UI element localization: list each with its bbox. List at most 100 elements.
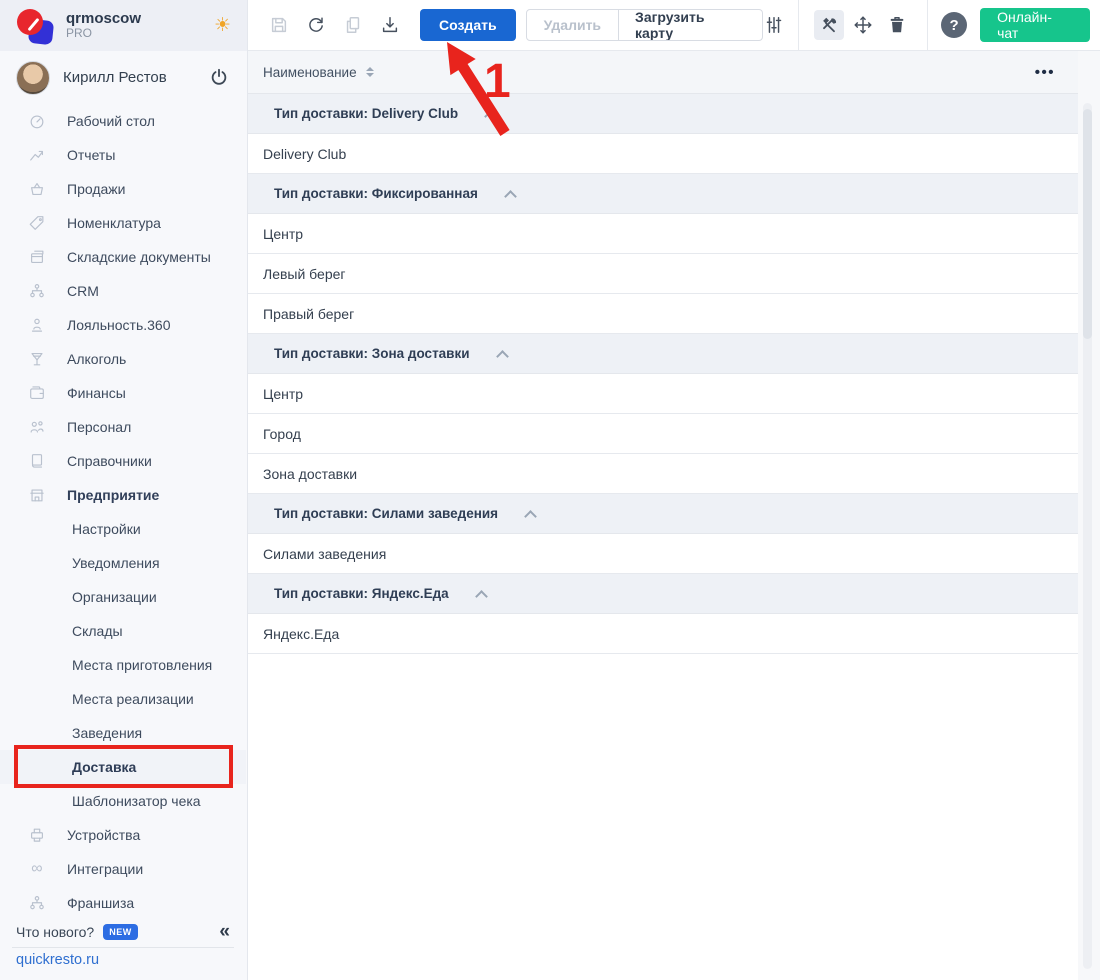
- whats-new-label[interactable]: Что нового?: [16, 924, 94, 940]
- sidebar-item-cooking-places[interactable]: Места приготовления: [0, 648, 246, 682]
- sidebar-item-label: Отчеты: [67, 147, 115, 163]
- group-title: Тип доставки: Силами заведения: [274, 506, 498, 521]
- sidebar-item-loyalty360[interactable]: Лояльность.360: [0, 308, 246, 342]
- create-button[interactable]: Создать: [420, 9, 516, 41]
- table-row[interactable]: Delivery Club: [248, 134, 1078, 174]
- delivery-type-group-header[interactable]: Тип доставки: Зона доставки: [248, 334, 1078, 374]
- sidebar-item-finance[interactable]: Финансы: [0, 376, 246, 410]
- sidebar-item-devices[interactable]: Устройства: [0, 818, 246, 852]
- delete-button[interactable]: Удалить: [527, 10, 619, 40]
- table-row[interactable]: Силами заведения: [248, 534, 1078, 574]
- table-row[interactable]: Левый берег: [248, 254, 1078, 294]
- directories-icon: [27, 452, 47, 470]
- sidebar-item-nomenclature[interactable]: Номенклатура: [0, 206, 246, 240]
- sidebar-item-label: Настройки: [72, 521, 141, 537]
- more-options-icon[interactable]: •••: [1035, 64, 1063, 81]
- dashboard-icon: [27, 112, 47, 130]
- chevron-up-icon[interactable]: [475, 590, 488, 603]
- sidebar-item-label: Шаблонизатор чека: [72, 793, 201, 809]
- sidebar-item-label: CRM: [67, 283, 99, 299]
- sidebar-item-enterprise[interactable]: Предприятие: [0, 478, 246, 512]
- sidebar-item-label: Уведомления: [72, 555, 160, 571]
- sidebar-item-franchise[interactable]: Франшиза: [0, 886, 246, 920]
- sidebar-item-label: Справочники: [67, 453, 152, 469]
- save-icon[interactable]: [268, 14, 290, 36]
- toolbar: Создать Удалить Загрузить карту ? Онлайн…: [248, 0, 1100, 51]
- sidebar-item-settings[interactable]: Настройки: [0, 512, 246, 546]
- sidebar-item-reports[interactable]: Отчеты: [0, 138, 246, 172]
- alcohol-icon: [27, 350, 47, 368]
- reports-icon: [27, 146, 47, 164]
- chevron-up-icon[interactable]: [504, 190, 517, 203]
- sidebar-item-sale-places[interactable]: Места реализации: [0, 682, 246, 716]
- sidebar-item-label: Персонал: [67, 419, 131, 435]
- sidebar-item-directories[interactable]: Справочники: [0, 444, 246, 478]
- sidebar-menu: Рабочий стол Отчеты Продажи Номенклатура Скл…: [0, 104, 246, 920]
- account-plan-badge: PRO: [66, 27, 141, 41]
- tools-icon[interactable]: [814, 10, 844, 40]
- load-map-button[interactable]: Загрузить карту: [619, 10, 762, 40]
- sidebar-item-label: Места реализации: [72, 691, 194, 707]
- sidebar-item-dashboard[interactable]: Рабочий стол: [0, 104, 246, 138]
- sidebar-item-integrations[interactable]: ∞Интеграции: [0, 852, 246, 886]
- table-row[interactable]: Зона доставки: [248, 454, 1078, 494]
- table-row[interactable]: Центр: [248, 374, 1078, 414]
- sidebar-item-label: Складские документы: [67, 249, 211, 265]
- user-row: Кирилл Рестов: [0, 51, 247, 104]
- toolbar-separator: [798, 0, 799, 50]
- delivery-type-group-header[interactable]: Тип доставки: Яндекс.Еда: [248, 574, 1078, 614]
- sidebar-item-venues[interactable]: Заведения: [0, 716, 246, 750]
- sort-icon[interactable]: [366, 67, 374, 77]
- sidebar-item-alcohol[interactable]: Алкоголь: [0, 342, 246, 376]
- delivery-type-group-header[interactable]: Тип доставки: Delivery Club: [248, 94, 1078, 134]
- quickresto-logo: [16, 7, 56, 45]
- table-row[interactable]: Правый берег: [248, 294, 1078, 334]
- refresh-icon[interactable]: [305, 14, 327, 36]
- sidebar-item-warehouses[interactable]: Склады: [0, 614, 246, 648]
- sidebar-item-staff[interactable]: Персонал: [0, 410, 246, 444]
- scrollbar-gutter: [1078, 51, 1100, 980]
- enterprise-icon: [27, 486, 47, 504]
- table-row[interactable]: Яндекс.Еда: [248, 614, 1078, 654]
- table-row[interactable]: Центр: [248, 214, 1078, 254]
- sidebar-item-delivery[interactable]: Доставка: [0, 750, 246, 784]
- sidebar-item-label: Интеграции: [67, 861, 143, 877]
- whats-new-row: Что нового? NEW «: [0, 918, 246, 946]
- table-row[interactable]: Город: [248, 414, 1078, 454]
- move-icon[interactable]: [848, 10, 878, 40]
- toolbar-right: ? Онлайн-чат: [763, 0, 1100, 50]
- online-chat-button[interactable]: Онлайн-чат: [980, 8, 1090, 42]
- trash-icon[interactable]: [882, 10, 912, 40]
- scrollbar-thumb[interactable]: [1083, 109, 1092, 339]
- sidebar-item-label: Рабочий стол: [67, 113, 155, 129]
- logout-power-icon[interactable]: [209, 67, 231, 89]
- sidebar-item-sales[interactable]: Продажи: [0, 172, 246, 206]
- group-title: Тип доставки: Delivery Club: [274, 106, 458, 121]
- sidebar-item-crm[interactable]: CRM: [0, 274, 246, 308]
- warehouse-icon: [27, 248, 47, 266]
- chevron-up-icon[interactable]: [524, 510, 537, 523]
- copy-icon[interactable]: [342, 14, 364, 36]
- quickresto-site-link[interactable]: quickresto.ru: [16, 952, 99, 968]
- group-title: Тип доставки: Фиксированная: [274, 186, 478, 201]
- chevron-up-icon[interactable]: [496, 350, 509, 363]
- sidebar-item-organizations[interactable]: Организации: [0, 580, 246, 614]
- help-icon[interactable]: ?: [941, 12, 967, 38]
- column-header-name[interactable]: Наименование: [263, 65, 357, 80]
- sidebar-item-receipt-templater[interactable]: Шаблонизатор чека: [0, 784, 246, 818]
- filter-sliders-icon[interactable]: [763, 14, 785, 36]
- sidebar-item-warehouse-docs[interactable]: Складские документы: [0, 240, 246, 274]
- sidebar-item-label: Номенклатура: [67, 215, 161, 231]
- theme-brightness-icon[interactable]: ☀: [214, 14, 231, 37]
- franchise-icon: [27, 894, 47, 912]
- sidebar-item-notifications[interactable]: Уведомления: [0, 546, 246, 580]
- sidebar-item-label: Организации: [72, 589, 157, 605]
- sidebar-item-label: Финансы: [67, 385, 126, 401]
- delivery-type-group-header[interactable]: Тип доставки: Силами заведения: [248, 494, 1078, 534]
- chevron-up-icon[interactable]: [484, 110, 497, 123]
- delivery-type-group-header[interactable]: Тип доставки: Фиксированная: [248, 174, 1078, 214]
- sidebar-item-label: Алкоголь: [67, 351, 126, 367]
- download-icon[interactable]: [379, 14, 401, 36]
- collapse-sidebar-icon[interactable]: «: [219, 921, 230, 943]
- group-title: Тип доставки: Яндекс.Еда: [274, 586, 449, 601]
